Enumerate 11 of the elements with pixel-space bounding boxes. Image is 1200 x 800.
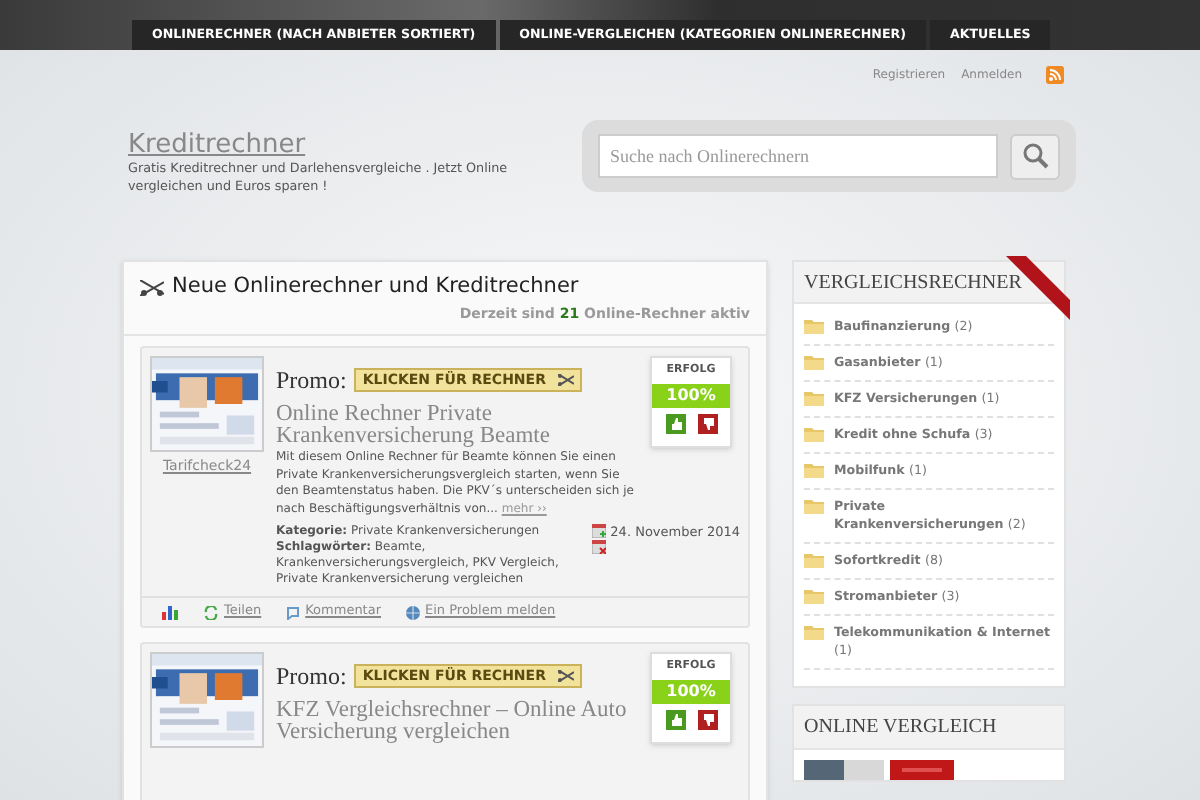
sidebar-heading: VERGLEICHSRECHNER: [804, 269, 1022, 297]
rating-value: 100%: [664, 679, 718, 703]
site-title[interactable]: Kreditrechner: [128, 132, 578, 160]
promo-label: Promo:: [276, 364, 347, 399]
post-title[interactable]: KFZ Vergleichsrechner – Online Auto Versicherung vergleichen: [276, 700, 638, 745]
search-field[interactable]: Suche nach Onlinerechnern: [598, 134, 998, 178]
promo-label: Promo:: [276, 660, 347, 695]
section-heading: Neue Onlinerechner und Kreditrechner: [172, 272, 579, 302]
rating-value: 100%: [664, 383, 718, 407]
sidebar-heading: ONLINE VERGLEICH: [804, 714, 997, 742]
post-title[interactable]: Online Rechner Private Krankenversicherung Beamte: [276, 404, 638, 449]
